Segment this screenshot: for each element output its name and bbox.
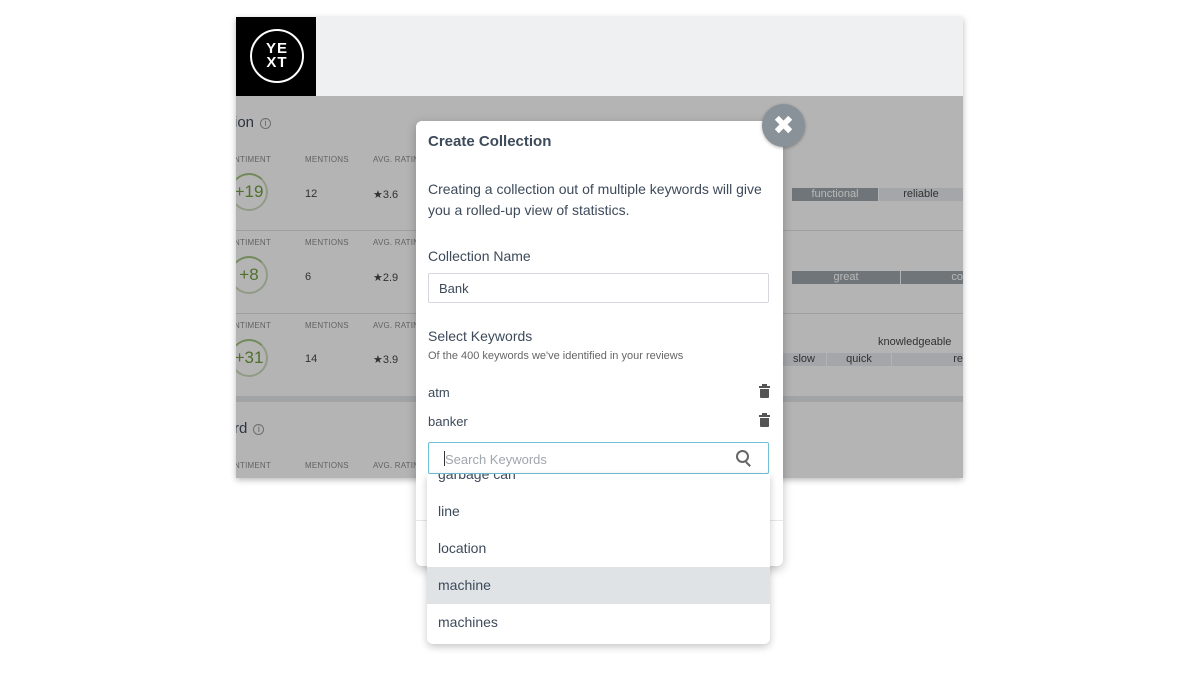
- yext-logo[interactable]: YE XT: [236, 17, 316, 96]
- logo-circle: YE XT: [250, 29, 304, 83]
- close-button[interactable]: ✖: [762, 104, 805, 147]
- trash-icon[interactable]: [759, 413, 770, 427]
- trash-icon[interactable]: [759, 384, 770, 398]
- keyword-search-box[interactable]: [428, 442, 769, 475]
- collection-name-input[interactable]: [428, 273, 769, 303]
- text-cursor: [444, 451, 445, 466]
- keywords-subtitle: Of the 400 keywords we've identified in …: [428, 350, 684, 362]
- selected-keyword: banker: [428, 413, 770, 432]
- dropdown-option-highlighted[interactable]: machine: [427, 567, 770, 604]
- logo-text-bottom: XT: [266, 54, 288, 71]
- dropdown-option[interactable]: location: [427, 530, 770, 567]
- dropdown-option[interactable]: garbage can: [427, 474, 770, 493]
- dropdown-option[interactable]: machines: [427, 604, 770, 641]
- selected-keyword: atm: [428, 384, 770, 403]
- modal-title: Create Collection: [428, 133, 552, 150]
- search-icon[interactable]: [736, 450, 752, 467]
- collection-name-label: Collection Name: [428, 248, 531, 264]
- keyword-suggestions-dropdown: garbage can line location machine machin…: [427, 474, 770, 644]
- keyword-search-input[interactable]: [443, 443, 737, 475]
- top-bar: YE XT: [236, 17, 963, 96]
- selected-keyword-label: atm: [428, 385, 450, 400]
- dropdown-option[interactable]: line: [427, 493, 770, 530]
- select-keywords-label: Select Keywords: [428, 328, 533, 344]
- selected-keyword-label: banker: [428, 414, 468, 429]
- modal-description: Creating a collection out of multiple ke…: [428, 181, 762, 218]
